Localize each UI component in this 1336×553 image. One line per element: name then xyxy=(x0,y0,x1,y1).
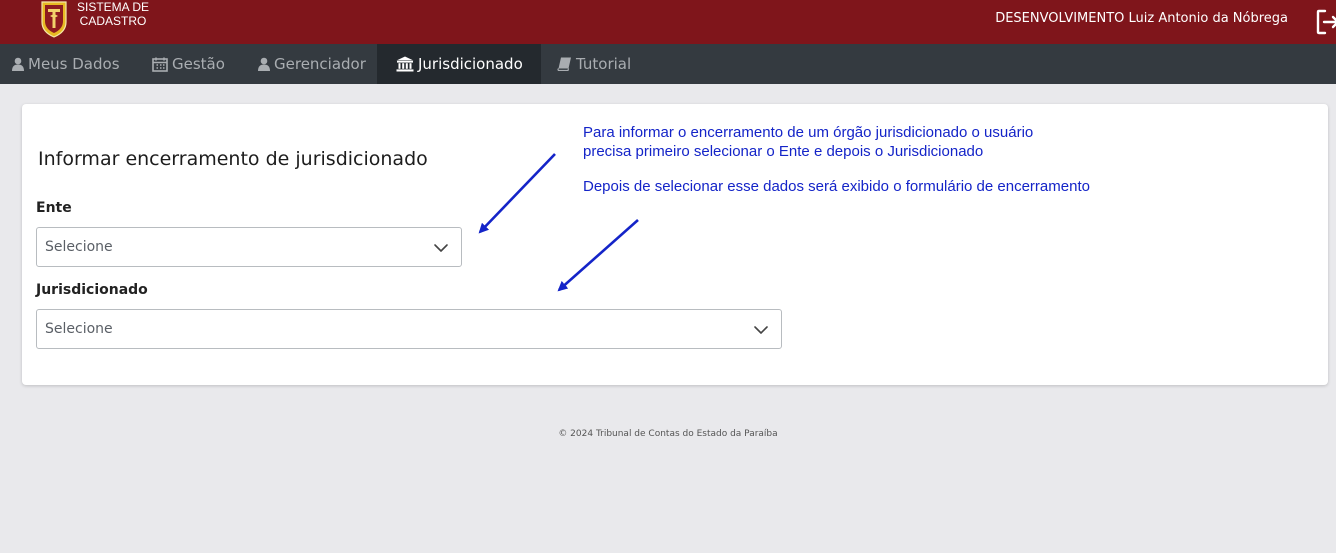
ente-select[interactable]: Selecione xyxy=(36,227,462,267)
chevron-down-icon xyxy=(754,326,768,334)
brand-line-2: CADASTRO xyxy=(79,14,147,28)
nav-item-tutorial[interactable]: Tutorial xyxy=(557,44,647,84)
nav-label-gestao: Gestão xyxy=(172,55,225,73)
nav-label-meus-dados: Meus Dados xyxy=(28,55,120,73)
annotation-note-1: Para informar o encerramento de um órgão… xyxy=(583,123,1033,161)
tce-logo-icon xyxy=(41,1,67,38)
calendar-icon xyxy=(152,57,168,72)
annotation-line-2: precisa primeiro selecionar o Ente e dep… xyxy=(583,143,984,160)
annotation-note-2: Depois de selecionar esse dados será exi… xyxy=(583,178,1090,195)
nav-item-jurisdicionado[interactable]: Jurisdicionado xyxy=(377,44,541,84)
chevron-down-icon xyxy=(434,244,448,252)
nav-label-tutorial: Tutorial xyxy=(576,55,632,73)
jurisdicionado-select-value: Selecione xyxy=(45,321,113,337)
nav-label-jurisdicionado: Jurisdicionado xyxy=(418,55,523,73)
institution-icon xyxy=(396,56,414,72)
user-icon xyxy=(12,57,24,71)
nav-label-gerenciador: Gerenciador xyxy=(274,55,366,73)
book-icon xyxy=(557,57,571,71)
ente-select-value: Selecione xyxy=(45,239,113,255)
ente-label: Ente xyxy=(36,200,72,216)
nav-item-meus-dados[interactable]: Meus Dados xyxy=(12,44,124,84)
brand-name: SISTEMA DE CADASTRO xyxy=(75,0,151,28)
footer-copyright: © 2024 Tribunal de Contas do Estado da P… xyxy=(558,429,778,439)
jurisdicionado-select[interactable]: Selecione xyxy=(36,309,782,349)
top-header: SISTEMA DE CADASTRO DESENVOLVIMENTO Luiz… xyxy=(0,0,1336,44)
nav-item-gerenciador[interactable]: Gerenciador xyxy=(258,44,368,84)
annotation-line-1: Para informar o encerramento de um órgão… xyxy=(583,124,1034,141)
logout-icon[interactable] xyxy=(1316,9,1336,35)
page-title: Informar encerramento de jurisdicionado xyxy=(38,148,428,170)
user-icon xyxy=(258,57,270,71)
main-navbar: Meus Dados Gestão Gerenciador Jurisdicio… xyxy=(0,44,1336,84)
nav-item-gestao[interactable]: Gestão xyxy=(152,44,232,84)
user-name: DESENVOLVIMENTO Luiz Antonio da Nóbrega xyxy=(995,11,1288,26)
brand-line-1: SISTEMA DE xyxy=(76,0,150,14)
jurisdicionado-label: Jurisdicionado xyxy=(36,282,148,298)
